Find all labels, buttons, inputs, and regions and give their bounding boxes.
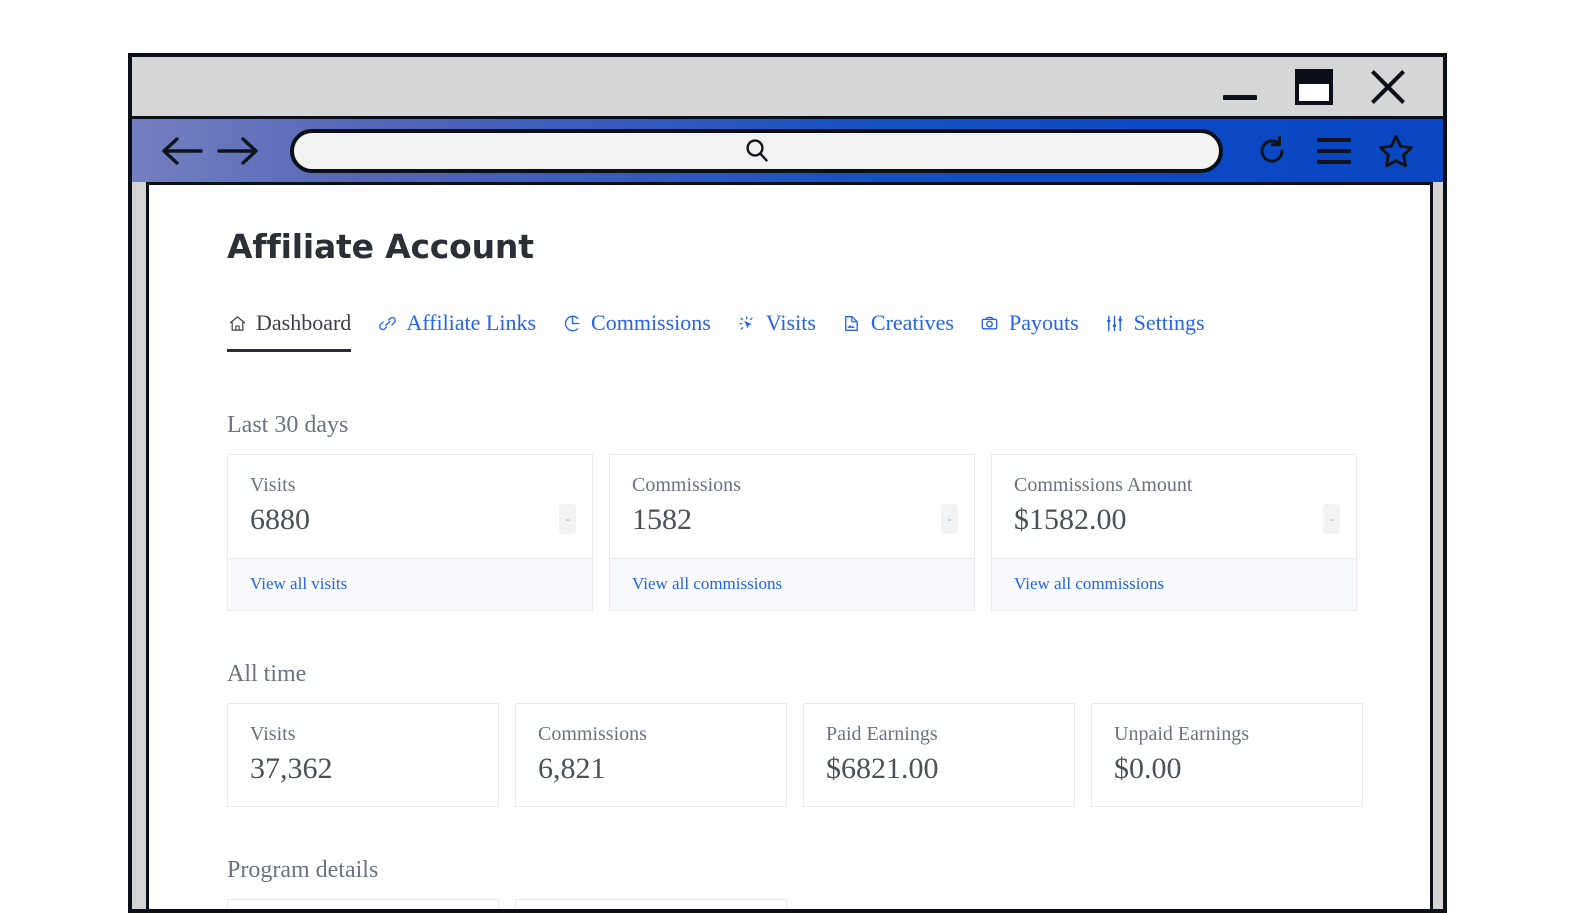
stat-card: Commissions 1582 - View all commissions bbox=[609, 454, 975, 611]
tab-creatives[interactable]: Creatives bbox=[842, 310, 954, 352]
reload-button[interactable] bbox=[1241, 125, 1303, 177]
stat-card: Unpaid Earnings $0.00 bbox=[1091, 702, 1363, 807]
stat-card-label: Commissions Amount bbox=[1014, 474, 1193, 496]
home-icon bbox=[227, 313, 247, 333]
reload-icon bbox=[1260, 135, 1284, 163]
stat-card-row-all-time: Visits 37,362 Commissions 6,821 Paid Ear… bbox=[227, 702, 1430, 807]
close-icon bbox=[1368, 67, 1408, 107]
maximize-icon bbox=[1295, 68, 1333, 105]
pie-chart-icon bbox=[562, 313, 582, 333]
stat-card-value: $0.00 bbox=[1114, 751, 1182, 785]
minimize-icon bbox=[1223, 95, 1257, 100]
stat-card-body: Commissions Amount $1582.00 - bbox=[992, 455, 1356, 558]
view-all-link[interactable]: View all commissions bbox=[632, 574, 782, 593]
star-icon bbox=[1379, 134, 1413, 167]
forward-button[interactable] bbox=[210, 126, 266, 176]
stat-card-value: $1582.00 bbox=[1014, 503, 1127, 536]
stat-card-badge: - bbox=[1323, 504, 1340, 535]
stat-card-body: Visits 6880 - bbox=[228, 455, 592, 558]
stat-card-body: Commissions 6,821 bbox=[516, 704, 786, 807]
tab-visits[interactable]: Visits bbox=[737, 310, 816, 352]
forward-arrow-icon bbox=[217, 136, 258, 165]
tab-commissions[interactable]: Commissions bbox=[562, 310, 711, 352]
section-heading-program-details: Program details bbox=[227, 857, 379, 883]
stat-card-label: Commissions bbox=[632, 474, 741, 496]
tab-label: Commissions bbox=[591, 310, 711, 335]
section-heading-all-time: All time bbox=[227, 660, 307, 687]
tab-affiliate-links[interactable]: Affiliate Links bbox=[377, 310, 536, 352]
page-viewport: Affiliate Account Dashboard Affiliate Li… bbox=[146, 182, 1433, 909]
stat-card-value: 6880 bbox=[250, 503, 310, 536]
back-button[interactable] bbox=[154, 126, 210, 176]
stat-card-body: Unpaid Earnings $0.00 bbox=[1092, 704, 1362, 807]
url-bar[interactable] bbox=[290, 128, 1223, 173]
hamburger-menu-icon bbox=[1317, 137, 1351, 164]
stat-card: Commissions Amount $1582.00 - View all c… bbox=[991, 454, 1357, 611]
stat-card-label: Paid Earnings bbox=[826, 722, 938, 745]
link-icon bbox=[377, 313, 397, 333]
stat-card-value: 6,821 bbox=[538, 751, 606, 785]
stat-card-body: Cookie Duration 30 days bbox=[516, 900, 786, 909]
bookmark-button[interactable] bbox=[1365, 125, 1427, 177]
cursor-click-icon bbox=[737, 313, 757, 333]
stat-card-row-program-details: Commission Rates Sale rate: 25% Cookie D… bbox=[227, 899, 1430, 909]
view-all-link[interactable]: View all commissions bbox=[1014, 574, 1164, 593]
browser-window: Affiliate Account Dashboard Affiliate Li… bbox=[128, 53, 1447, 913]
stat-card-label: Unpaid Earnings bbox=[1114, 722, 1249, 745]
stat-card-footer: View all commissions bbox=[992, 557, 1356, 610]
stat-card: Commissions 6,821 bbox=[515, 702, 787, 807]
stat-card-row-last-30-days: Visits 6880 - View all visits Commission… bbox=[227, 454, 1430, 611]
stat-card-body: Visits 37,362 bbox=[228, 704, 498, 807]
stat-card-label: Commissions bbox=[538, 722, 647, 745]
tab-navigation: Dashboard Affiliate Links Commissions Vi… bbox=[227, 310, 1430, 352]
stat-card-footer: View all commissions bbox=[610, 557, 974, 610]
url-input[interactable] bbox=[294, 132, 1219, 169]
stat-card-value: 37,362 bbox=[250, 751, 333, 785]
stat-card: Visits 6880 - View all visits bbox=[227, 454, 593, 611]
window-title-bar bbox=[132, 57, 1443, 119]
sliders-icon bbox=[1105, 313, 1125, 333]
back-arrow-icon bbox=[162, 136, 203, 165]
stat-card-body: Commissions 1582 - bbox=[610, 455, 974, 558]
image-file-icon bbox=[842, 313, 862, 333]
stat-card: Cookie Duration 30 days bbox=[515, 899, 787, 909]
menu-button[interactable] bbox=[1303, 125, 1365, 177]
stat-card-footer: View all visits bbox=[228, 557, 592, 610]
stat-card: Paid Earnings $6821.00 bbox=[803, 702, 1075, 807]
stat-card: Visits 37,362 bbox=[227, 702, 499, 807]
tab-label: Settings bbox=[1133, 310, 1205, 335]
tab-label: Creatives bbox=[870, 310, 954, 335]
stat-card-body: Commission Rates Sale rate: 25% bbox=[228, 900, 498, 909]
tab-label: Visits bbox=[765, 310, 816, 335]
stat-card-badge: - bbox=[559, 504, 576, 535]
tab-label: Payouts bbox=[1008, 310, 1079, 335]
stat-card: Commission Rates Sale rate: 25% bbox=[227, 899, 499, 909]
tab-settings[interactable]: Settings bbox=[1105, 310, 1205, 352]
section-heading-last-30-days: Last 30 days bbox=[227, 412, 349, 438]
browser-toolbar bbox=[132, 119, 1443, 182]
stat-card-label: Visits bbox=[250, 474, 296, 496]
maximize-button[interactable] bbox=[1277, 57, 1351, 118]
stat-card-value: 1582 bbox=[632, 503, 692, 536]
view-all-link[interactable]: View all visits bbox=[250, 574, 347, 593]
page-content: Affiliate Account Dashboard Affiliate Li… bbox=[149, 185, 1430, 909]
stat-card-label: Visits bbox=[250, 722, 296, 745]
close-button[interactable] bbox=[1351, 57, 1425, 118]
camera-icon bbox=[980, 313, 1000, 333]
stat-card-value: $6821.00 bbox=[826, 751, 939, 785]
tab-label: Dashboard bbox=[256, 310, 352, 335]
tab-dashboard[interactable]: Dashboard bbox=[227, 310, 352, 352]
stat-card-body: Paid Earnings $6821.00 bbox=[804, 704, 1074, 807]
page-title: Affiliate Account bbox=[227, 227, 534, 266]
stat-card-badge: - bbox=[941, 504, 958, 535]
minimize-button[interactable] bbox=[1203, 57, 1277, 118]
tab-label: Affiliate Links bbox=[406, 310, 537, 335]
tab-payouts[interactable]: Payouts bbox=[980, 310, 1079, 352]
